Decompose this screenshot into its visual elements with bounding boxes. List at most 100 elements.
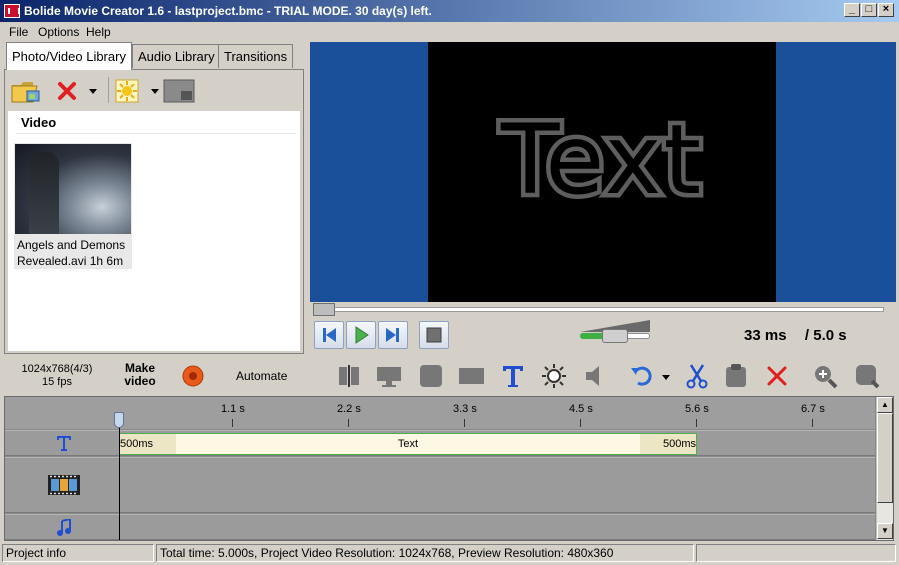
tab-audio-library[interactable]: Audio Library (132, 44, 221, 68)
library-body: Video Angels and Demons Revealed.avi 1h … (4, 69, 304, 354)
menu-file[interactable]: File (9, 25, 28, 39)
app-logo-icon (4, 4, 20, 18)
tab-transitions[interactable]: Transitions (218, 44, 294, 68)
ruler-label: 2.2 s (337, 403, 361, 415)
seek-bar[interactable] (314, 307, 884, 312)
status-project-info: Project info (2, 544, 154, 562)
aspect-ratio-icon[interactable] (458, 363, 484, 389)
delete-icon[interactable] (764, 363, 790, 389)
preview-screen: Text (428, 42, 776, 302)
stop-button[interactable] (419, 321, 449, 349)
preview-area: Text (310, 42, 896, 302)
play-icon (355, 326, 369, 344)
clip-label: Text (397, 438, 419, 450)
next-frame-button[interactable] (378, 321, 408, 349)
menu-options[interactable]: Options (38, 25, 79, 39)
status-empty (696, 544, 896, 562)
preview-overlay-text: Text (496, 100, 705, 221)
undo-icon[interactable] (628, 363, 654, 389)
ruler-tick (812, 419, 813, 427)
effects-sun-icon[interactable] (115, 79, 139, 103)
ruler-label: 5.6 s (685, 403, 709, 415)
project-format-info: 1024x768(4/3) 15 fps (14, 363, 100, 389)
text-track-header (5, 431, 117, 455)
volume-icon[interactable] (582, 363, 608, 389)
timeline-ruler[interactable]: 1.1 s 2.2 s 3.3 s 4.5 s 5.6 s 6.7 s (5, 397, 875, 429)
zoom-out-icon[interactable] (854, 363, 880, 389)
make-video-label-line2: video (124, 374, 156, 388)
text-clip[interactable]: 500ms Text 500ms (119, 433, 697, 455)
timeline[interactable]: 1.1 s 2.2 s 3.3 s 4.5 s 5.6 s 6.7 s 500m… (4, 396, 894, 541)
skip-back-icon (323, 328, 336, 342)
ruler-label: 3.3 s (453, 403, 477, 415)
library-toolbar (5, 70, 303, 110)
ruler-tick (232, 419, 233, 427)
make-video-button[interactable]: Make video (117, 362, 163, 388)
picture-in-picture-icon[interactable] (163, 79, 195, 103)
record-icon[interactable] (180, 363, 206, 389)
scissors-icon[interactable] (684, 363, 710, 389)
section-divider (16, 133, 296, 134)
section-title: Video (21, 115, 57, 130)
library-content: Video Angels and Demons Revealed.avi 1h … (8, 111, 300, 351)
play-button[interactable] (346, 321, 376, 349)
video-track[interactable] (5, 457, 875, 513)
paste-icon[interactable] (724, 363, 750, 389)
playhead-handle[interactable] (114, 412, 124, 428)
audio-track-header (5, 515, 117, 539)
split-screen-icon[interactable] (336, 363, 362, 389)
media-caption: Angels and Demons Revealed.avi 1h 6m (17, 237, 133, 269)
open-folder-icon[interactable] (11, 78, 41, 104)
current-time: 33 ms (744, 327, 787, 344)
media-item[interactable]: Angels and Demons Revealed.avi 1h 6m (14, 143, 132, 269)
ruler-tick (696, 419, 697, 427)
stop-icon (426, 327, 442, 343)
delete-icon[interactable] (57, 81, 77, 101)
timeline-scrollbar[interactable]: ▲ ▼ (876, 397, 893, 540)
ruler-tick (464, 419, 465, 427)
resolution-label: 1024x768(4/3) (21, 363, 93, 375)
video-track-header (5, 458, 117, 512)
ruler-label: 4.5 s (569, 403, 593, 415)
playhead-line (119, 420, 120, 540)
total-time: / 5.0 s (804, 327, 847, 344)
scroll-down-button[interactable]: ▼ (877, 523, 893, 539)
chevron-down-icon[interactable] (662, 375, 670, 380)
crop-icon[interactable] (418, 363, 444, 389)
audio-track[interactable] (5, 514, 875, 540)
zoom-in-icon[interactable] (812, 363, 838, 389)
maximize-button[interactable]: □ (861, 3, 877, 17)
chevron-down-icon[interactable] (151, 89, 159, 94)
previous-frame-button[interactable] (314, 321, 344, 349)
status-details: Total time: 5.000s, Project Video Resolu… (156, 544, 694, 562)
toolbar-divider (108, 77, 109, 103)
volume-handle[interactable] (602, 329, 628, 343)
text-tool-icon[interactable] (500, 363, 526, 389)
chevron-down-icon[interactable] (89, 89, 97, 94)
video-thumbnail[interactable] (15, 144, 131, 234)
time-readout: 33 ms / 5.0 s (744, 327, 847, 344)
window-title: Bolide Movie Creator 1.6 - lastproject.b… (24, 4, 432, 18)
seek-handle[interactable] (313, 303, 335, 316)
brightness-icon[interactable] (541, 363, 567, 389)
fps-label: 15 fps (42, 376, 72, 388)
music-note-icon (57, 519, 71, 536)
ruler-tick (348, 419, 349, 427)
ruler-label: 6.7 s (801, 403, 825, 415)
media-name-line2: Revealed.avi 1h 6m (17, 254, 124, 268)
film-strip-icon (48, 475, 80, 495)
minimize-button[interactable]: _ (844, 3, 860, 17)
media-name-line1: Angels and Demons (17, 238, 126, 252)
monitor-icon[interactable] (376, 363, 402, 389)
scroll-up-button[interactable]: ▲ (877, 397, 893, 413)
menu-bar: File Options Help (0, 22, 899, 41)
automate-button[interactable]: Automate (236, 369, 287, 383)
title-bar: Bolide Movie Creator 1.6 - lastproject.b… (0, 0, 899, 22)
tab-photo-video-library[interactable]: Photo/Video Library (6, 42, 132, 70)
menu-help[interactable]: Help (86, 25, 111, 39)
clip-fade-out[interactable]: 500ms (640, 434, 696, 454)
scroll-thumb[interactable] (877, 413, 893, 503)
library-panel: Photo/Video Library Audio Library Transi… (4, 42, 304, 354)
ruler-tick (580, 419, 581, 427)
close-button[interactable]: × (878, 3, 894, 17)
